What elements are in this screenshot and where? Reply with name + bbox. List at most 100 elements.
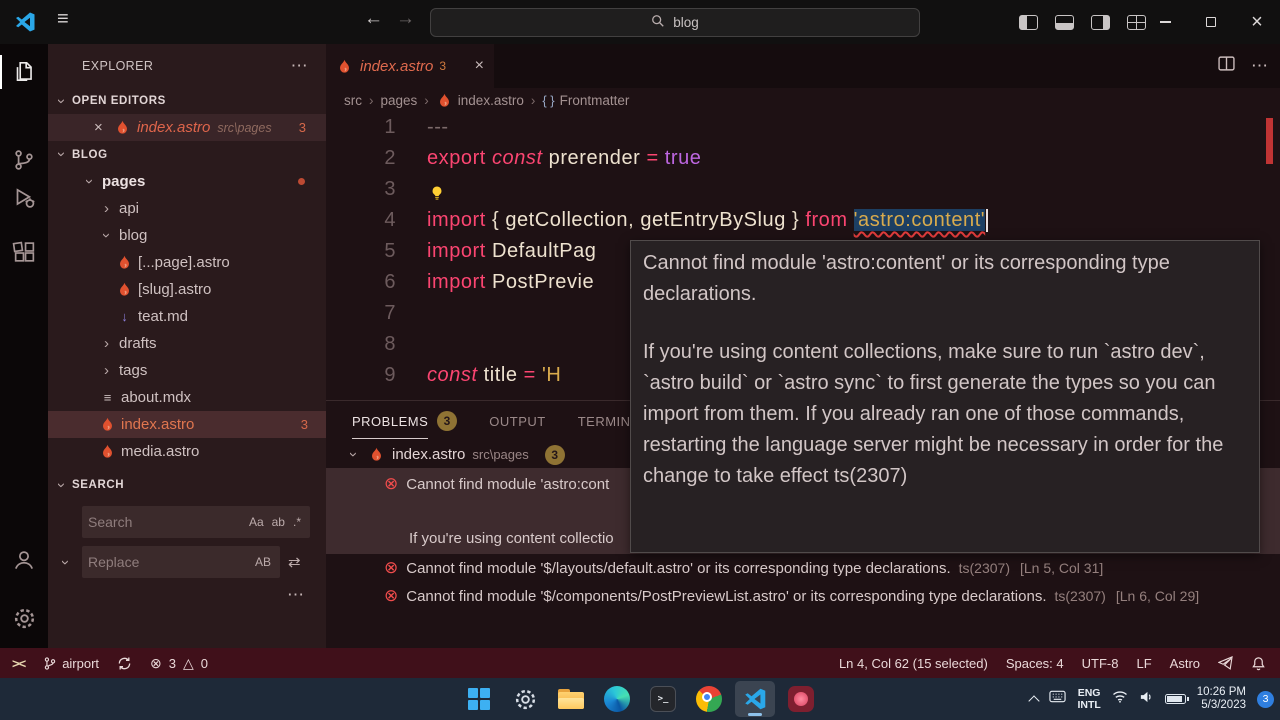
tree-item-media-astro[interactable]: media.astro (48, 438, 326, 465)
problem-item[interactable]: ⊗ Cannot find module '$/components/PostP… (326, 582, 1280, 610)
breadcrumb-item[interactable]: { }Frontmatter (542, 93, 629, 108)
keyboard-icon[interactable] (1049, 690, 1066, 708)
toggle-replace-icon[interactable]: › (57, 555, 74, 570)
cursor-position[interactable]: Ln 4, Col 62 (15 selected) (839, 656, 988, 671)
eol-setting[interactable]: LF (1136, 656, 1151, 671)
run-debug-icon[interactable] (0, 174, 48, 222)
file-explorer-icon[interactable] (551, 681, 591, 717)
tree-item-about-mdx[interactable]: ≡about.mdx (48, 384, 326, 411)
line-number[interactable]: 2 (326, 143, 396, 174)
match-case-toggle[interactable]: Aa (246, 513, 267, 531)
extensions-icon[interactable] (0, 228, 48, 276)
code-token: { (492, 209, 505, 231)
split-editor-icon[interactable] (1218, 56, 1235, 76)
tree-item--page-astro[interactable]: [...page].astro (48, 249, 326, 276)
edge-icon[interactable] (597, 681, 637, 717)
chevron-icon: › (99, 335, 114, 352)
explorer-icon[interactable] (0, 48, 48, 96)
chrome-icon[interactable] (689, 681, 729, 717)
notifications-bell-icon[interactable] (1251, 656, 1266, 671)
start-icon[interactable] (459, 681, 499, 717)
hidden-icons-chevron-icon[interactable] (1029, 695, 1040, 706)
open-editors-header[interactable]: › OPEN EDITORS (48, 88, 326, 114)
tree-item-pages[interactable]: ›pages (48, 168, 326, 195)
sync-icon[interactable] (117, 656, 132, 671)
code-token: = (524, 364, 542, 386)
clock[interactable]: 10:26 PM 5/3/2023 (1197, 686, 1246, 713)
line-number[interactable]: 9 (326, 360, 396, 391)
tree-item-blog[interactable]: ›blog (48, 222, 326, 249)
line-number[interactable]: 1 (326, 112, 396, 143)
line-number[interactable]: 5 (326, 236, 396, 267)
code-line[interactable]: 1--- (326, 112, 1280, 143)
remote-indicator-icon[interactable]: >< (12, 656, 25, 671)
preserve-case-toggle[interactable]: AB (252, 553, 274, 571)
settings-icon[interactable] (505, 681, 545, 717)
more-actions-icon[interactable]: ⋯ (291, 56, 308, 76)
settings-gear-icon[interactable] (0, 594, 48, 642)
tree-item-index-astro[interactable]: index.astro3 (48, 411, 326, 438)
speaker-icon[interactable] (1139, 690, 1154, 709)
whole-word-toggle[interactable]: ab (269, 513, 288, 531)
tree-item--slug-astro[interactable]: [slug].astro (48, 276, 326, 303)
battery-icon[interactable] (1165, 694, 1186, 704)
code-line[interactable]: 2export const prerender = true (326, 143, 1280, 174)
error-hover-tooltip: Cannot find module 'astro:content' or it… (630, 240, 1260, 553)
minimize-button[interactable] (1142, 0, 1188, 44)
tree-item-tags[interactable]: ›tags (48, 357, 326, 384)
line-number[interactable]: 3 (326, 174, 396, 205)
chevron-down-icon: › (53, 94, 70, 109)
tree-item-api[interactable]: ›api (48, 195, 326, 222)
code-line[interactable]: 3 (326, 174, 1280, 205)
breadcrumb-item[interactable]: pages (381, 93, 418, 108)
problem-item[interactable]: ⊗ Cannot find module '$/layouts/default.… (326, 554, 1280, 582)
forward-icon[interactable]: → (396, 8, 415, 30)
git-branch-item[interactable]: airport (43, 656, 99, 671)
workspace-header[interactable]: › BLOG (48, 141, 326, 168)
terminal-icon[interactable]: >_ (643, 681, 683, 717)
replace-input[interactable] (88, 554, 250, 570)
open-editor-item[interactable]: × index.astro src\pages 3 (48, 114, 326, 141)
encoding-setting[interactable]: UTF-8 (1082, 656, 1119, 671)
close-icon[interactable]: × (94, 119, 108, 136)
more-actions-icon[interactable]: ⋯ (287, 585, 304, 604)
maximize-button[interactable] (1188, 0, 1234, 44)
notification-count-badge[interactable]: 3 (1257, 691, 1274, 708)
vscode-icon[interactable] (735, 681, 775, 717)
feedback-icon[interactable] (1218, 656, 1233, 671)
indentation-setting[interactable]: Spaces: 4 (1006, 656, 1064, 671)
toggle-panel-icon[interactable] (1055, 15, 1074, 30)
search-header[interactable]: › SEARCH (48, 472, 326, 498)
line-number[interactable]: 6 (326, 267, 396, 298)
regex-toggle[interactable]: .* (290, 513, 304, 531)
close-icon[interactable]: × (475, 57, 484, 75)
tab-problems[interactable]: PROBLEMS 3 (352, 401, 457, 441)
accounts-icon[interactable] (0, 536, 48, 584)
more-actions-icon[interactable]: ⋯ (1251, 56, 1268, 76)
close-button[interactable]: × (1234, 0, 1280, 44)
line-number[interactable]: 7 (326, 298, 396, 329)
toggle-secondary-sidebar-icon[interactable] (1091, 15, 1110, 30)
tab-output[interactable]: OUTPUT (489, 401, 545, 441)
line-number[interactable]: 4 (326, 205, 396, 236)
line-number[interactable]: 8 (326, 329, 396, 360)
command-center-search[interactable]: blog (430, 8, 920, 37)
code-line[interactable]: 4import { getCollection, getEntryBySlug … (326, 205, 1280, 236)
language-mode[interactable]: Astro (1170, 656, 1200, 671)
menu-icon[interactable]: ≡ (57, 8, 69, 31)
toggle-sidebar-icon[interactable] (1019, 15, 1038, 30)
replace-all-icon[interactable]: ⇄ (288, 553, 301, 571)
breadcrumb-item[interactable]: index.astro (436, 93, 524, 108)
wifi-icon[interactable] (1112, 690, 1128, 708)
breadcrumb-item[interactable]: src (344, 93, 362, 108)
vscode-logo-icon[interactable] (13, 10, 37, 34)
language-indicator[interactable]: ENG INTL (1077, 687, 1100, 711)
problems-summary[interactable]: ⊗3 △0 (150, 655, 210, 672)
tree-item-teat-md[interactable]: ↓teat.md (48, 303, 326, 330)
tab-index-astro[interactable]: index.astro 3 × (326, 44, 494, 88)
code-token: , (628, 209, 640, 231)
search-input[interactable] (88, 514, 244, 530)
back-icon[interactable]: ← (364, 8, 383, 30)
tree-item-drafts[interactable]: ›drafts (48, 330, 326, 357)
feedback-hub-icon[interactable] (781, 681, 821, 717)
